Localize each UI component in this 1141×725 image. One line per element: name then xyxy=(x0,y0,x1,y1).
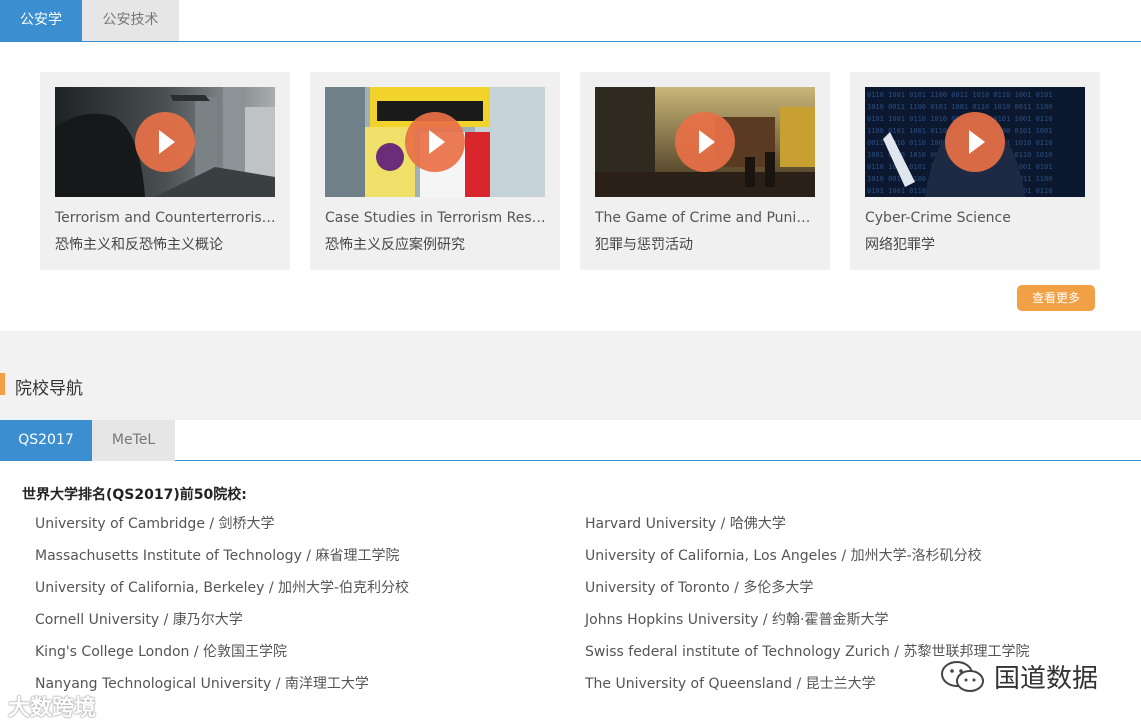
ranking-heading: 世界大学排名(QS2017)前50院校: xyxy=(22,487,247,503)
university-link[interactable]: King's College London / 伦敦国王学院 xyxy=(35,641,287,661)
section-header: 院校导航 xyxy=(0,331,1141,420)
university-link[interactable]: Johns Hopkins University / 约翰·霍普金斯大学 xyxy=(585,609,888,629)
section-accent-bar xyxy=(0,373,5,395)
section-title: 院校导航 xyxy=(15,379,83,399)
university-link[interactable]: University of California, Berkeley / 加州大… xyxy=(35,577,409,597)
university-link[interactable]: Massachusetts Institute of Technology / … xyxy=(35,545,399,565)
course-title-cn[interactable]: 犯罪与惩罚活动 xyxy=(595,234,817,254)
course-title-en[interactable]: Case Studies in Terrorism Respo... xyxy=(325,210,547,226)
course-title-en[interactable]: The Game of Crime and Punishm... xyxy=(595,210,817,226)
svg-text:0110 1001 0101 1100 0011 1010: 0110 1001 0101 1100 0011 1010 0110 1001 … xyxy=(867,91,1052,99)
play-icon[interactable] xyxy=(945,112,1005,172)
university-link[interactable]: Harvard University / 哈佛大学 xyxy=(585,513,786,533)
university-link[interactable]: The University of Queensland / 昆士兰大学 xyxy=(585,673,876,693)
play-icon[interactable] xyxy=(405,112,465,172)
course-title-cn[interactable]: 恐怖主义反应案例研究 xyxy=(325,234,547,254)
course-thumbnail[interactable]: 0110 1001 0101 1100 0011 1010 0110 1001 … xyxy=(865,87,1085,197)
subject-tabbar: 公安学 公安技术 xyxy=(0,0,1141,42)
play-icon[interactable] xyxy=(135,112,195,172)
tab-public-security-technology[interactable]: 公安技术 xyxy=(82,0,179,41)
tab-metel[interactable]: MeTeL xyxy=(92,420,175,461)
view-more-button[interactable]: 查看更多 xyxy=(1017,285,1095,311)
svg-text:1010 0011 1100 0101 1001 0110: 1010 0011 1100 0101 1001 0110 1010 0011 … xyxy=(867,103,1052,111)
wechat-icon xyxy=(941,660,984,692)
course-card[interactable]: The Game of Crime and Punishm... 犯罪与惩罚活动 xyxy=(580,72,830,270)
watermark-right: 国道数据 xyxy=(940,658,1098,695)
tab-public-security-studies[interactable]: 公安学 xyxy=(0,0,82,41)
watermark-left: 大数跨境 xyxy=(8,696,97,721)
course-title-cn[interactable]: 网络犯罪学 xyxy=(865,234,1087,254)
play-icon[interactable] xyxy=(675,112,735,172)
course-card[interactable]: Terrorism and Counterterrorism: ... 恐怖主义… xyxy=(40,72,290,270)
course-thumbnail[interactable] xyxy=(55,87,275,197)
course-list: Terrorism and Counterterrorism: ... 恐怖主义… xyxy=(0,42,1141,331)
university-link[interactable]: University of Cambridge / 剑桥大学 xyxy=(35,513,275,533)
course-title-en[interactable]: Terrorism and Counterterrorism: ... xyxy=(55,210,277,226)
university-link[interactable]: University of Toronto / 多伦多大学 xyxy=(585,577,813,597)
ranking-tabbar: QS2017 MeTeL xyxy=(0,420,1141,461)
watermark-brand: 国道数据 xyxy=(994,664,1099,694)
course-title-en[interactable]: Cyber-Crime Science xyxy=(865,210,1087,226)
course-card[interactable]: Case Studies in Terrorism Respo... 恐怖主义反… xyxy=(310,72,560,270)
course-title-cn[interactable]: 恐怖主义和反恐怖主义概论 xyxy=(55,234,277,254)
tab-qs2017[interactable]: QS2017 xyxy=(0,420,92,461)
university-link[interactable]: University of California, Los Angeles / … xyxy=(585,545,982,565)
course-thumbnail[interactable] xyxy=(595,87,815,197)
course-card[interactable]: 0110 1001 0101 1100 0011 1010 0110 1001 … xyxy=(850,72,1100,270)
course-thumbnail[interactable] xyxy=(325,87,545,197)
university-link[interactable]: Cornell University / 康乃尔大学 xyxy=(35,609,243,629)
